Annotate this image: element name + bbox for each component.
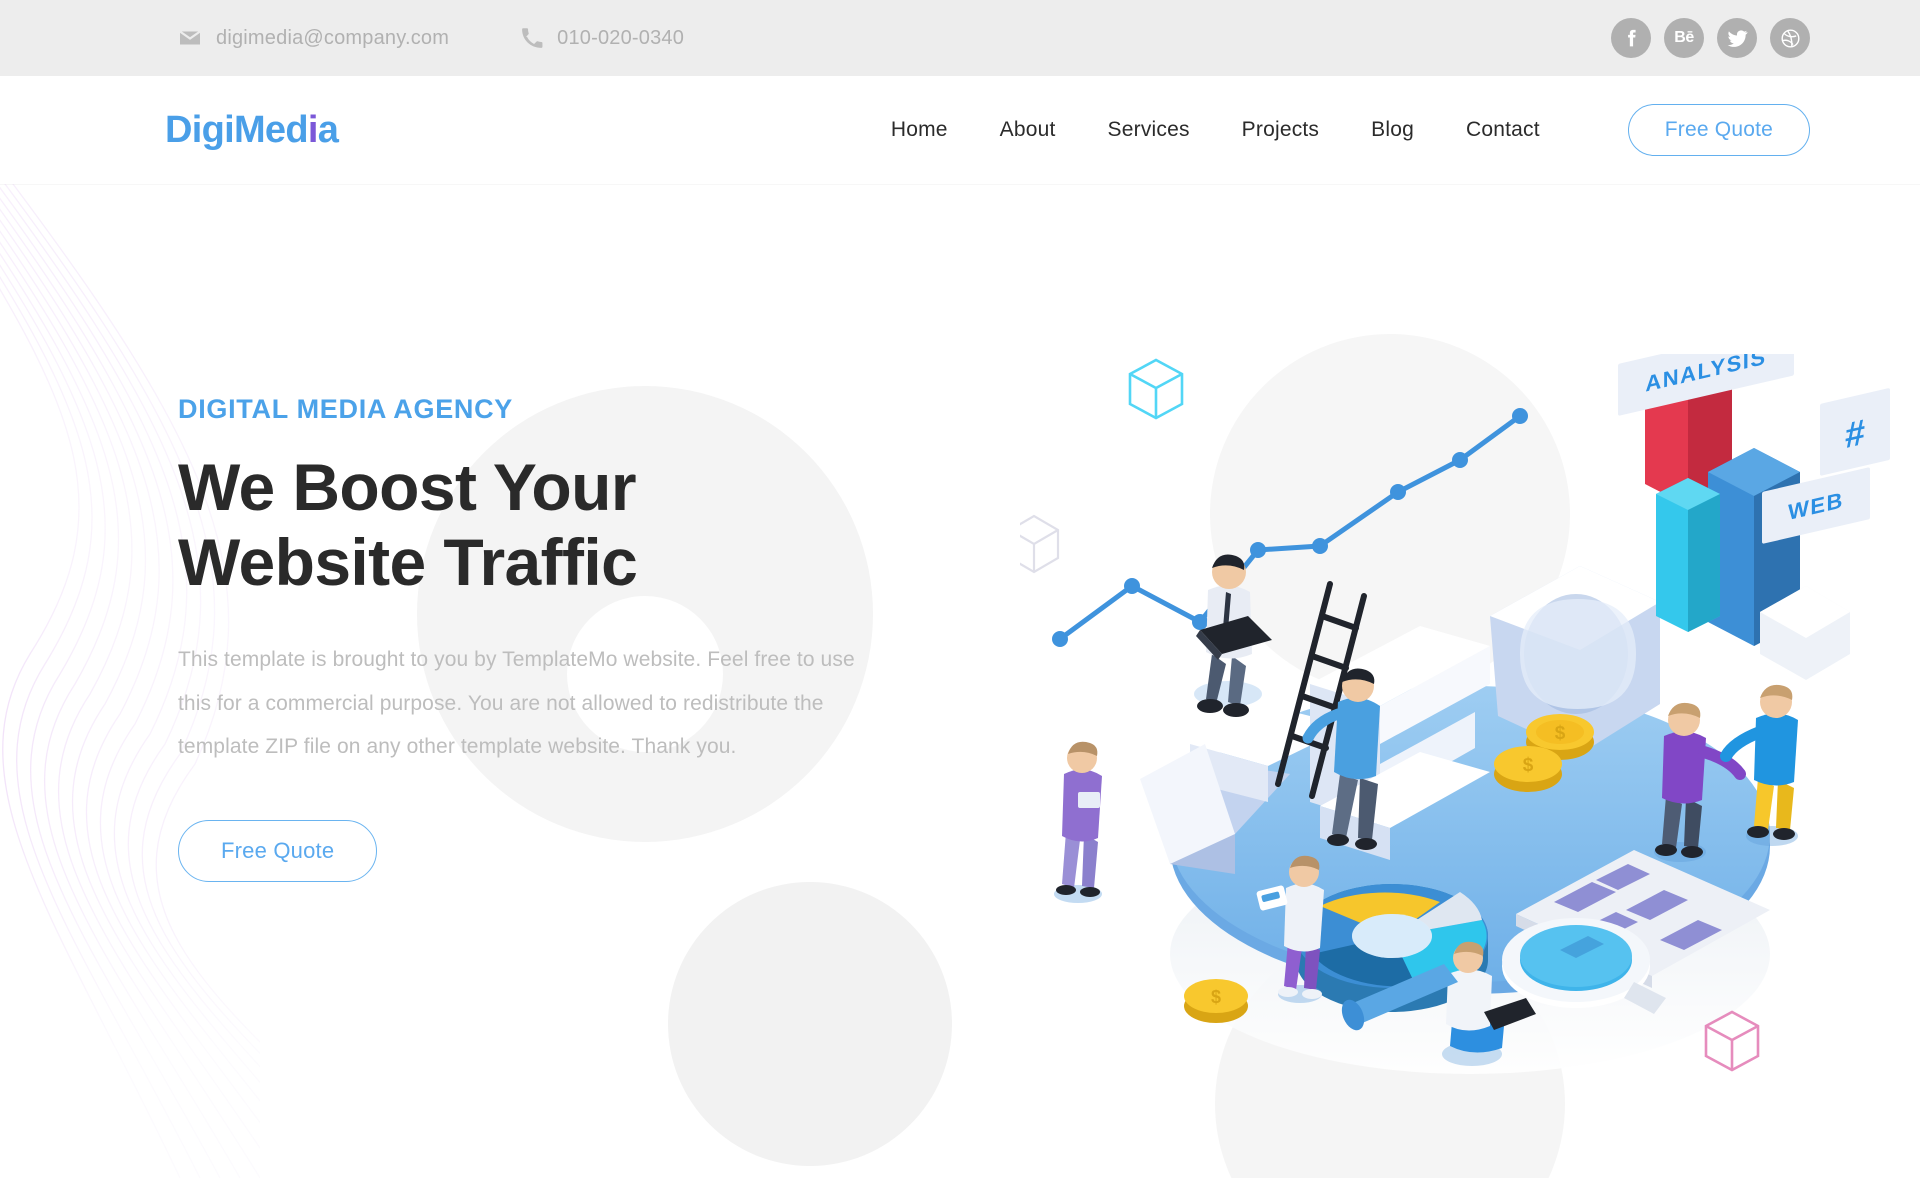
hero-content: DIGITAL MEDIA AGENCY We Boost Your Websi… (0, 184, 1920, 1178)
site-logo[interactable]: DigiMedia (165, 108, 339, 152)
hero-title-line-2: Website Traffic (178, 525, 638, 600)
logo-part-1: DigiMed (165, 108, 309, 151)
nav-item-projects[interactable]: Projects (1216, 118, 1345, 142)
main-navigation: Home About Services Projects Blog Contac… (865, 104, 1810, 156)
envelope-icon (178, 26, 202, 50)
nav-item-contact[interactable]: Contact (1440, 118, 1566, 142)
header-free-quote-button[interactable]: Free Quote (1627, 104, 1810, 156)
site-header: DigiMedia Home About Services Projects B… (0, 76, 1920, 184)
phone-icon (521, 27, 543, 49)
hero-title: We Boost Your Website Traffic (178, 450, 938, 600)
behance-glyph: Bē (1674, 29, 1694, 46)
facebook-icon[interactable] (1611, 18, 1651, 58)
nav-item-services[interactable]: Services (1082, 118, 1216, 142)
nav-item-about[interactable]: About (974, 118, 1082, 142)
hero-free-quote-button[interactable]: Free Quote (178, 819, 378, 882)
dribbble-icon[interactable] (1770, 18, 1810, 58)
hero-paragraph: This template is brought to you by Templ… (178, 648, 855, 758)
nav-item-blog[interactable]: Blog (1345, 118, 1440, 142)
top-bar: digimedia@company.com 010-020-0340 Bē (0, 0, 1920, 76)
phone-text: 010-020-0340 (557, 26, 685, 49)
logo-accent-letter: i (307, 108, 319, 151)
email-text: digimedia@company.com (216, 26, 450, 49)
nav-item-home[interactable]: Home (865, 118, 974, 142)
hero-title-line-1: We Boost Your (178, 450, 637, 524)
twitter-icon[interactable] (1717, 18, 1757, 58)
hero-section: DIGITAL MEDIA AGENCY We Boost Your Websi… (0, 184, 1920, 1178)
phone-contact[interactable]: 010-020-0340 (521, 27, 684, 50)
top-bar-contacts: digimedia@company.com 010-020-0340 (178, 26, 684, 50)
behance-icon[interactable]: Bē (1664, 18, 1704, 58)
social-links: Bē (1611, 18, 1810, 58)
email-contact[interactable]: digimedia@company.com (178, 26, 449, 50)
hero-text-block: DIGITAL MEDIA AGENCY We Boost Your Websi… (178, 184, 938, 1178)
logo-part-2: a (317, 108, 339, 151)
hero-subtitle: DIGITAL MEDIA AGENCY (178, 394, 514, 424)
